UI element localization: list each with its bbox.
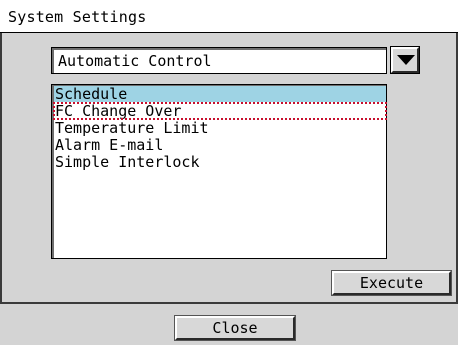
settings-listbox[interactable]: Schedule FC Change Over Temperature Limi… (51, 84, 387, 259)
dropdown-toggle-button[interactable] (391, 47, 419, 73)
dropdown-selected-value: Automatic Control (58, 52, 212, 70)
category-dropdown[interactable]: Automatic Control (51, 47, 387, 74)
triangle-down-icon (397, 55, 415, 65)
list-item-alarm-email[interactable]: Alarm E-mail (54, 137, 386, 153)
system-settings-window: System Settings Automatic Control Schedu… (0, 0, 458, 345)
close-button[interactable]: Close (175, 316, 295, 340)
list-item-schedule[interactable]: Schedule (54, 86, 386, 102)
execute-button[interactable]: Execute (332, 271, 451, 295)
list-item-temperature-limit[interactable]: Temperature Limit (54, 120, 386, 136)
list-item-simple-interlock[interactable]: Simple Interlock (54, 154, 386, 170)
window-title: System Settings (8, 8, 147, 26)
title-bar: System Settings (0, 0, 458, 33)
list-item-fc-change-over[interactable]: FC Change Over (53, 102, 387, 120)
